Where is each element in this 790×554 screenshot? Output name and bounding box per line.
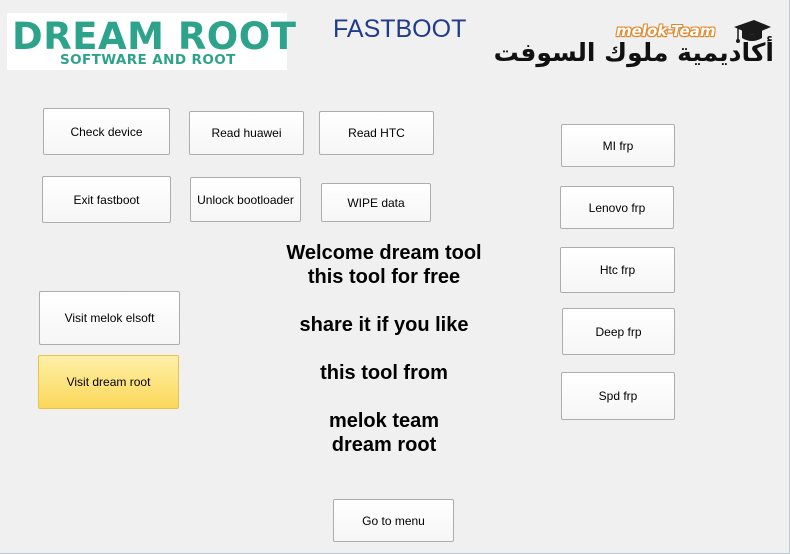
visit-melok-button[interactable]: Visit melok elsoft [39,291,180,345]
lenovo-frp-button[interactable]: Lenovo frp [560,186,674,229]
visit-dream-root-button[interactable]: Visit dream root [38,355,179,409]
welcome-message: Welcome dream tool this tool for free sh… [238,241,530,457]
wipe-data-button[interactable]: WIPE data [321,183,431,222]
welcome-line-6: dream root [331,434,437,456]
htc-frp-button[interactable]: Htc frp [560,247,675,293]
spd-frp-button[interactable]: Spd frp [561,372,675,420]
welcome-line-5: melok team [328,410,440,432]
welcome-line-2: this tool for free [307,266,461,288]
exit-fastboot-button[interactable]: Exit fastboot [42,176,171,223]
welcome-line-4: this tool from [320,362,448,384]
mi-frp-button[interactable]: MI frp [561,124,675,167]
read-huawei-button[interactable]: Read huawei [189,111,304,155]
deep-frp-button[interactable]: Deep frp [562,308,675,355]
read-htc-button[interactable]: Read HTC [319,111,434,155]
graduation-cap-icon [734,20,771,43]
logo-sub-text: SOFTWARE AND ROOT [60,52,236,68]
welcome-line-3: share it if you like [299,314,469,336]
check-device-button[interactable]: Check device [43,108,170,155]
go-to-menu-button[interactable]: Go to menu [333,499,454,542]
welcome-line-1: Welcome dream tool [286,242,482,264]
unlock-bootloader-button[interactable]: Unlock bootloader [190,177,301,222]
dream-root-logo: DREAM ROOT SOFTWARE AND ROOT [7,13,296,70]
page-title: FASTBOOT [333,15,467,43]
